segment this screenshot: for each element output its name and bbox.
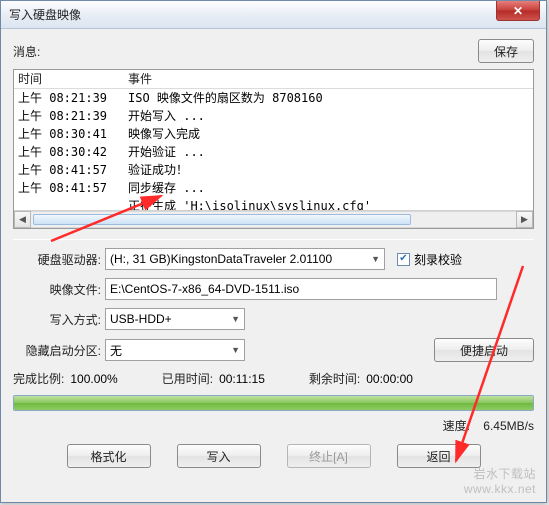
verify-checkbox[interactable]: ✔ 刻录校验 [397, 251, 462, 268]
chevron-down-icon: ▼ [371, 254, 380, 264]
log-row[interactable]: 上午 08:41:57验证成功！ [14, 161, 533, 179]
chevron-down-icon: ▼ [231, 345, 240, 355]
log-time: 上午 08:21:39 [14, 89, 126, 107]
save-button[interactable]: 保存 [478, 39, 534, 63]
drive-label: 硬盘驱动器: [13, 251, 105, 268]
easy-boot-button[interactable]: 便捷启动 [434, 338, 534, 362]
stats-row: 完成比例: 100.00% 已用时间: 00:11:15 剩余时间: 00:00… [13, 370, 534, 387]
speed-value: 6.45MB/s [483, 419, 534, 433]
format-button[interactable]: 格式化 [67, 444, 151, 468]
horizontal-scrollbar[interactable]: ◀ ▶ [14, 210, 533, 228]
elapsed-label: 已用时间: [162, 370, 213, 387]
log-row[interactable]: 上午 08:41:57同步缓存 ... [14, 179, 533, 197]
bottom-buttons: 格式化 写入 终止[A] 返回 [13, 444, 534, 468]
separator [13, 239, 534, 240]
log-header: 时间 事件 [14, 70, 533, 89]
log-event: 开始写入 ... [126, 107, 533, 125]
scroll-thumb[interactable] [33, 214, 411, 225]
log-event: 开始验证 ... [126, 143, 533, 161]
log-event: 正在生成 'H:\isolinux\syslinux.cfg' [126, 197, 533, 210]
write-button[interactable]: 写入 [177, 444, 261, 468]
client-area: 消息: 保存 时间 事件 上午 08:21:39ISO 映像文件的扇区数为 87… [1, 29, 546, 476]
write-method-select[interactable]: USB-HDD+ ▼ [105, 308, 245, 330]
write-method-value: USB-HDD+ [110, 312, 172, 326]
done-label: 完成比例: [13, 370, 64, 387]
log-time: 上午 08:30:42 [14, 143, 126, 161]
verify-checkbox-label: 刻录校验 [414, 251, 462, 268]
log-time: 上午 08:21:39 [14, 107, 126, 125]
log-time: 上午 08:41:57 [14, 161, 126, 179]
log-listview[interactable]: 时间 事件 上午 08:21:39ISO 映像文件的扇区数为 8708160上午… [13, 69, 534, 229]
drive-select[interactable]: (H:, 31 GB)KingstonDataTraveler 2.01100 … [105, 248, 385, 270]
col-time-header: 时间 [14, 70, 126, 88]
log-row[interactable]: 上午 08:21:39ISO 映像文件的扇区数为 8708160 [14, 89, 533, 107]
log-time [14, 197, 126, 210]
log-event: ISO 映像文件的扇区数为 8708160 [126, 89, 533, 107]
watermark-line1: 岩水下载站 [464, 465, 536, 482]
log-time: 上午 08:41:57 [14, 179, 126, 197]
image-path-input[interactable] [105, 278, 497, 300]
scroll-right-button[interactable]: ▶ [516, 211, 533, 228]
log-row[interactable]: 上午 08:30:41映像写入完成 [14, 125, 533, 143]
hidden-boot-label: 隐藏启动分区: [13, 342, 105, 359]
titlebar: 写入硬盘映像 ✕ [1, 1, 546, 29]
hidden-boot-select[interactable]: 无 ▼ [105, 339, 245, 361]
remain-label: 剩余时间: [309, 370, 360, 387]
checkbox-checked-icon: ✔ [397, 253, 410, 266]
window-title: 写入硬盘映像 [9, 6, 81, 23]
abort-button: 终止[A] [287, 444, 371, 468]
close-button[interactable]: ✕ [496, 1, 540, 21]
image-label: 映像文件: [13, 281, 105, 298]
speed-label: 速度: [443, 419, 470, 433]
progress-bar [13, 395, 534, 411]
messages-label: 消息: [13, 43, 40, 60]
col-event-header: 事件 [126, 70, 533, 88]
log-row[interactable]: 正在生成 'H:\isolinux\syslinux.cfg' [14, 197, 533, 210]
elapsed-value: 00:11:15 [219, 372, 265, 386]
watermark: 岩水下载站 www.kkx.net [464, 465, 536, 496]
progress-fill [14, 396, 533, 410]
log-row[interactable]: 上午 08:21:39开始写入 ... [14, 107, 533, 125]
log-body: 上午 08:21:39ISO 映像文件的扇区数为 8708160上午 08:21… [14, 89, 533, 210]
write-method-label: 写入方式: [13, 311, 105, 328]
log-time: 上午 08:30:41 [14, 125, 126, 143]
drive-value: (H:, 31 GB)KingstonDataTraveler 2.01100 [110, 252, 332, 266]
log-row[interactable]: 上午 08:30:42开始验证 ... [14, 143, 533, 161]
scroll-left-button[interactable]: ◀ [14, 211, 31, 228]
log-event: 映像写入完成 [126, 125, 533, 143]
log-event: 同步缓存 ... [126, 179, 533, 197]
remain-value: 00:00:00 [366, 372, 413, 386]
chevron-down-icon: ▼ [231, 314, 240, 324]
dialog-window: 写入硬盘映像 ✕ 消息: 保存 时间 事件 上午 08:21:39ISO 映像文… [0, 0, 547, 503]
watermark-line2: www.kkx.net [464, 482, 536, 496]
log-event: 验证成功！ [126, 161, 533, 179]
close-icon: ✕ [513, 5, 523, 17]
scroll-track[interactable] [31, 211, 516, 228]
done-value: 100.00% [70, 372, 117, 386]
hidden-boot-value: 无 [110, 342, 122, 359]
